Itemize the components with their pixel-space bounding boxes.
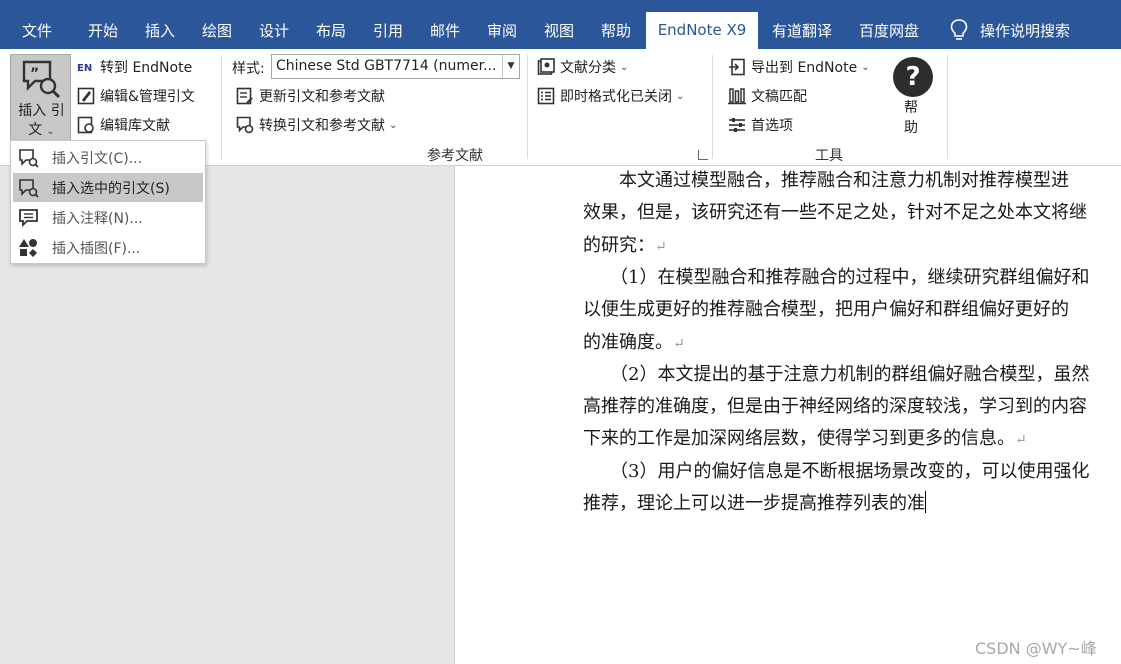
svg-text:”: ” <box>30 66 39 82</box>
menu-item-insert-note[interactable]: 插入注释(N)... <box>13 203 203 232</box>
document-line: 本文通过模型融合，推荐融合和注意力机制对推荐模型进 <box>583 170 1069 191</box>
paragraph-mark-icon: ↵ <box>655 238 667 255</box>
goto-endnote-button[interactable]: EN 转到 EndNote <box>77 57 192 77</box>
group-label-bibliography: 参考文献 <box>427 148 483 164</box>
categorize-references-button[interactable]: 文献分类 ⌄ <box>537 57 628 77</box>
document-line: 效果，但是，该研究还有一些不足之处，针对不足之处本文将继 <box>583 202 1087 224</box>
tab-3[interactable]: 绘图 <box>190 0 244 49</box>
text-cursor <box>925 491 926 513</box>
tab-11[interactable]: EndNote X9 <box>646 12 758 49</box>
document-line: 以便生成更好的推荐融合模型，把用户偏好和群组偏好更好的 <box>583 299 1069 321</box>
edit-citations-icon <box>77 87 95 105</box>
export-icon <box>729 58 745 76</box>
paragraph-mark-icon: ↵ <box>673 335 685 352</box>
insert-citation-label-2: 文 <box>28 122 43 138</box>
help-icon[interactable]: ? <box>893 57 933 97</box>
tab-5[interactable]: 布局 <box>304 0 358 49</box>
tab-1[interactable]: 开始 <box>76 0 130 49</box>
menu-item-insert-figure[interactable]: 插入插图(F)... <box>13 233 203 262</box>
insert-citation-dropdown-menu: 插入引文(C)... 插入选中的引文(S) 插入注释(N)... 插入插图(F)… <box>10 140 206 264</box>
tab-12[interactable]: 有道翻译 <box>763 0 841 49</box>
svg-text:EN: EN <box>77 63 92 74</box>
group-separator <box>712 55 713 159</box>
edit-library-reference-button[interactable]: 编辑库文献 <box>77 115 170 135</box>
document-line: 下来的工作是加深网络层数，使得学习到更多的信息。↵ <box>583 428 1027 450</box>
insert-figure-icon <box>19 239 37 257</box>
update-citations-button[interactable]: 更新引文和参考文献 <box>236 86 385 106</box>
document-line: （3）用户的偏好信息是不断根据场景改变的，可以使用强化 <box>583 460 1090 482</box>
convert-citations-button[interactable]: 转换引文和参考文献 ⌄ <box>236 115 397 135</box>
edit-library-icon <box>77 116 94 134</box>
edit-manage-citations-button[interactable]: 编辑&管理引文 <box>77 86 195 106</box>
chevron-down-icon: ⌄ <box>676 90 685 102</box>
chevron-down-icon[interactable]: ▼ <box>502 55 519 78</box>
chevron-down-icon: ⌄ <box>620 61 629 73</box>
tab-2[interactable]: 插入 <box>133 0 187 49</box>
document-line: （2）本文提出的基于注意力机制的群组偏好融合模型，虽然 <box>583 363 1090 385</box>
instant-format-icon <box>537 87 555 105</box>
help-button-label[interactable]: 帮 助 <box>904 98 922 138</box>
insert-selected-citation-icon <box>19 179 39 198</box>
manuscript-matcher-icon <box>728 88 746 105</box>
paragraph-mark-icon: ↵ <box>1015 432 1027 449</box>
chevron-down-icon: ⌄ <box>46 126 55 137</box>
menu-item-insert-citation[interactable]: 插入引文(C)... <box>13 143 203 172</box>
style-select[interactable]: Chinese Std GBT7714 (numer... ▼ <box>271 54 520 79</box>
insert-citation-icon <box>19 149 39 168</box>
ribbon-tab-bar: 操作说明搜索 文件 开始 插入 绘图 设计 布局 引用 邮件 审阅 视图 帮助 EndNote X9 有… <box>0 0 1121 49</box>
insert-citation-icon: ” <box>22 60 61 99</box>
tell-me-search[interactable]: 操作说明搜索 <box>980 0 1080 49</box>
tab-8[interactable]: 审阅 <box>475 0 529 49</box>
document-line: 的研究：↵ <box>583 234 667 256</box>
style-select-value: Chinese Std GBT7714 (numer... <box>276 58 497 74</box>
menu-item-insert-selected-citation[interactable]: 插入选中的引文(S) <box>13 173 203 202</box>
document-line: 的准确度。↵ <box>583 331 685 353</box>
tab-10[interactable]: 帮助 <box>589 0 643 49</box>
document-line: 高推荐的准确度，但是由于神经网络的深度较浅，学习到的内容 <box>583 396 1087 418</box>
instant-formatting-button[interactable]: 即时格式化已关闭 ⌄ <box>537 86 684 106</box>
update-citations-icon <box>236 87 253 105</box>
tab-4[interactable]: 设计 <box>247 0 301 49</box>
convert-citations-icon <box>236 116 254 134</box>
insert-note-icon <box>19 209 38 228</box>
style-label: 样式: <box>232 61 265 77</box>
preferences-button[interactable]: 首选项 <box>728 115 793 135</box>
export-to-endnote-button[interactable]: 导出到 EndNote ⌄ <box>728 57 870 77</box>
preferences-sliders-icon <box>729 118 745 132</box>
categorize-icon <box>537 58 555 75</box>
watermark: CSDN @WY~峰 <box>975 639 1097 658</box>
group-label-tools: 工具 <box>815 148 843 164</box>
tab-13[interactable]: 百度网盘 <box>850 0 928 49</box>
manuscript-matcher-button[interactable]: 文稿匹配 <box>728 86 807 106</box>
lightbulb-icon <box>950 19 968 40</box>
tab-7[interactable]: 邮件 <box>418 0 472 49</box>
insert-citation-button[interactable]: ” 插入 引 文 ⌄ <box>10 54 71 141</box>
insert-citation-label: 插入 引 <box>18 103 65 119</box>
group-separator <box>947 55 948 159</box>
endnote-logo-icon: EN <box>77 63 92 74</box>
dialog-launcher-icon[interactable] <box>698 150 708 160</box>
document-line: （1）在模型融合和推荐融合的过程中，继续研究群组偏好和 <box>583 266 1090 288</box>
document-page[interactable]: 本文通过模型融合，推荐融合和注意力机制对推荐模型进 效果，但是，该研究还有一些不足… <box>454 166 1121 664</box>
chevron-down-icon: ⌄ <box>861 61 870 73</box>
tab-6[interactable]: 引用 <box>361 0 415 49</box>
group-separator <box>527 55 528 159</box>
chevron-down-icon: ⌄ <box>389 119 398 131</box>
group-separator <box>221 55 222 159</box>
tab-9[interactable]: 视图 <box>532 0 586 49</box>
document-line: 推荐，理论上可以进一步提高推荐列表的准 <box>583 491 926 514</box>
tab-0[interactable]: 文件 <box>10 0 64 49</box>
